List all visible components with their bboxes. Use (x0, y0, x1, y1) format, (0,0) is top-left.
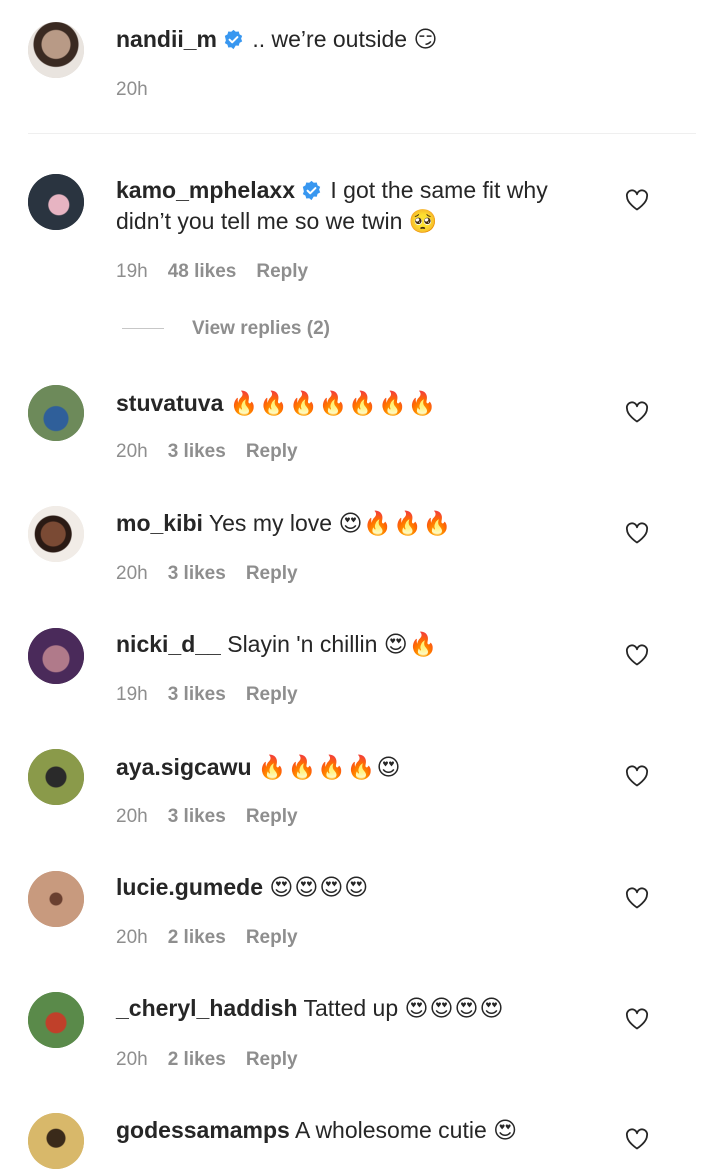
comment-meta: 20h 3 likes Reply (116, 441, 318, 463)
emoji-text: 😍🔥🔥🔥 (338, 510, 453, 536)
timestamp: 20h (116, 563, 148, 584)
comment-text: Slayin 'n chillin (227, 631, 378, 657)
comment-meta: 19h 3 likes Reply (116, 684, 318, 706)
heart-outline-icon[interactable] (625, 887, 649, 909)
timestamp: 19h (116, 261, 148, 282)
emoji-text: 🔥🔥🔥🔥😍 (257, 754, 402, 780)
username[interactable]: kamo_mphelaxx (116, 177, 295, 203)
emoji-text: 🥺 (408, 208, 439, 234)
comment-body: godessamamps A wholesome cutie 😍 (116, 1115, 606, 1146)
reply-button[interactable]: Reply (246, 684, 298, 705)
comment-text: A wholesome cutie (294, 1117, 487, 1143)
comment-body: _cheryl_haddish Tatted up 😍😍😍😍 (116, 993, 606, 1024)
emoji-text: 😍🔥 (383, 631, 439, 657)
timestamp: 20h (116, 806, 148, 827)
avatar[interactable] (28, 871, 84, 927)
reply-button[interactable]: Reply (246, 441, 298, 462)
comment-meta: 20h 3 likes Reply (116, 806, 318, 828)
comment-meta: 20h (116, 79, 168, 101)
username[interactable]: lucie.gumede (116, 874, 263, 900)
emoji-text: 🔥🔥🔥🔥🔥🔥🔥 (229, 390, 438, 416)
view-replies-button[interactable]: View replies (2) (122, 318, 330, 340)
reply-button[interactable]: Reply (246, 563, 298, 584)
view-replies-label[interactable]: View replies (2) (192, 318, 330, 339)
reply-button[interactable]: Reply (246, 1049, 298, 1070)
heart-outline-icon[interactable] (625, 189, 649, 211)
verified-badge-icon (224, 29, 243, 50)
timestamp: 20h (116, 79, 148, 100)
likes-count[interactable]: 2 likes (168, 1049, 226, 1070)
timestamp: 19h (116, 684, 148, 705)
reply-button[interactable]: Reply (246, 806, 298, 827)
comment-meta: 20h 3 likes Reply (116, 563, 318, 585)
divider (28, 133, 696, 134)
avatar[interactable] (28, 174, 84, 230)
heart-outline-icon[interactable] (625, 1008, 649, 1030)
emoji-text: 😍😍😍😍 (404, 995, 505, 1021)
caption-text: nandii_m .. we’re outside 😏 (116, 24, 606, 55)
reply-button[interactable]: Reply (246, 927, 298, 948)
comment-body: nicki_d__ Slayin 'n chillin 😍🔥 (116, 629, 606, 660)
heart-outline-icon[interactable] (625, 401, 649, 423)
emoji-text: 😍 (493, 1117, 519, 1143)
emoji-text: 😏 (413, 26, 439, 52)
avatar[interactable] (28, 506, 84, 562)
comment-body: aya.sigcawu 🔥🔥🔥🔥😍 (116, 752, 606, 783)
emoji-text: 😍😍😍😍 (269, 874, 370, 900)
heart-outline-icon[interactable] (625, 765, 649, 787)
comment-text: .. we’re outside (252, 26, 408, 52)
comment-body: kamo_mphelaxx I got the same fit why did… (116, 175, 606, 237)
likes-count[interactable]: 3 likes (168, 441, 226, 462)
likes-count[interactable]: 2 likes (168, 927, 226, 948)
comment-text: Yes my love (208, 510, 333, 536)
username[interactable]: nicki_d__ (116, 631, 221, 657)
timestamp: 20h (116, 441, 148, 462)
username[interactable]: nandii_m (116, 26, 217, 52)
likes-count[interactable]: 3 likes (168, 806, 226, 827)
username[interactable]: _cheryl_haddish (116, 995, 298, 1021)
heart-outline-icon[interactable] (625, 522, 649, 544)
likes-count[interactable]: 48 likes (168, 261, 237, 282)
avatar[interactable] (28, 749, 84, 805)
avatar[interactable] (28, 22, 84, 78)
comment-meta: 20h 2 likes Reply (116, 927, 318, 949)
likes-count[interactable]: 3 likes (168, 684, 226, 705)
avatar[interactable] (28, 1113, 84, 1169)
verified-badge-icon (302, 180, 321, 201)
username[interactable]: stuvatuva (116, 390, 223, 416)
divider-line (122, 328, 164, 330)
comment-meta: 19h 48 likes Reply (116, 261, 328, 283)
avatar[interactable] (28, 992, 84, 1048)
avatar[interactable] (28, 385, 84, 441)
comment-body: lucie.gumede 😍😍😍😍 (116, 872, 606, 903)
comment-text: Tatted up (303, 995, 399, 1021)
comment-body: mo_kibi Yes my love 😍🔥🔥🔥 (116, 508, 606, 539)
username[interactable]: godessamamps (116, 1117, 290, 1143)
comment-body: stuvatuva 🔥🔥🔥🔥🔥🔥🔥 (116, 388, 606, 419)
timestamp: 20h (116, 1049, 148, 1070)
comment-meta: 20h 2 likes Reply (116, 1049, 318, 1071)
timestamp: 20h (116, 927, 148, 948)
reply-button[interactable]: Reply (256, 261, 308, 282)
username[interactable]: mo_kibi (116, 510, 203, 536)
heart-outline-icon[interactable] (625, 644, 649, 666)
likes-count[interactable]: 3 likes (168, 563, 226, 584)
username[interactable]: aya.sigcawu (116, 754, 252, 780)
avatar[interactable] (28, 628, 84, 684)
